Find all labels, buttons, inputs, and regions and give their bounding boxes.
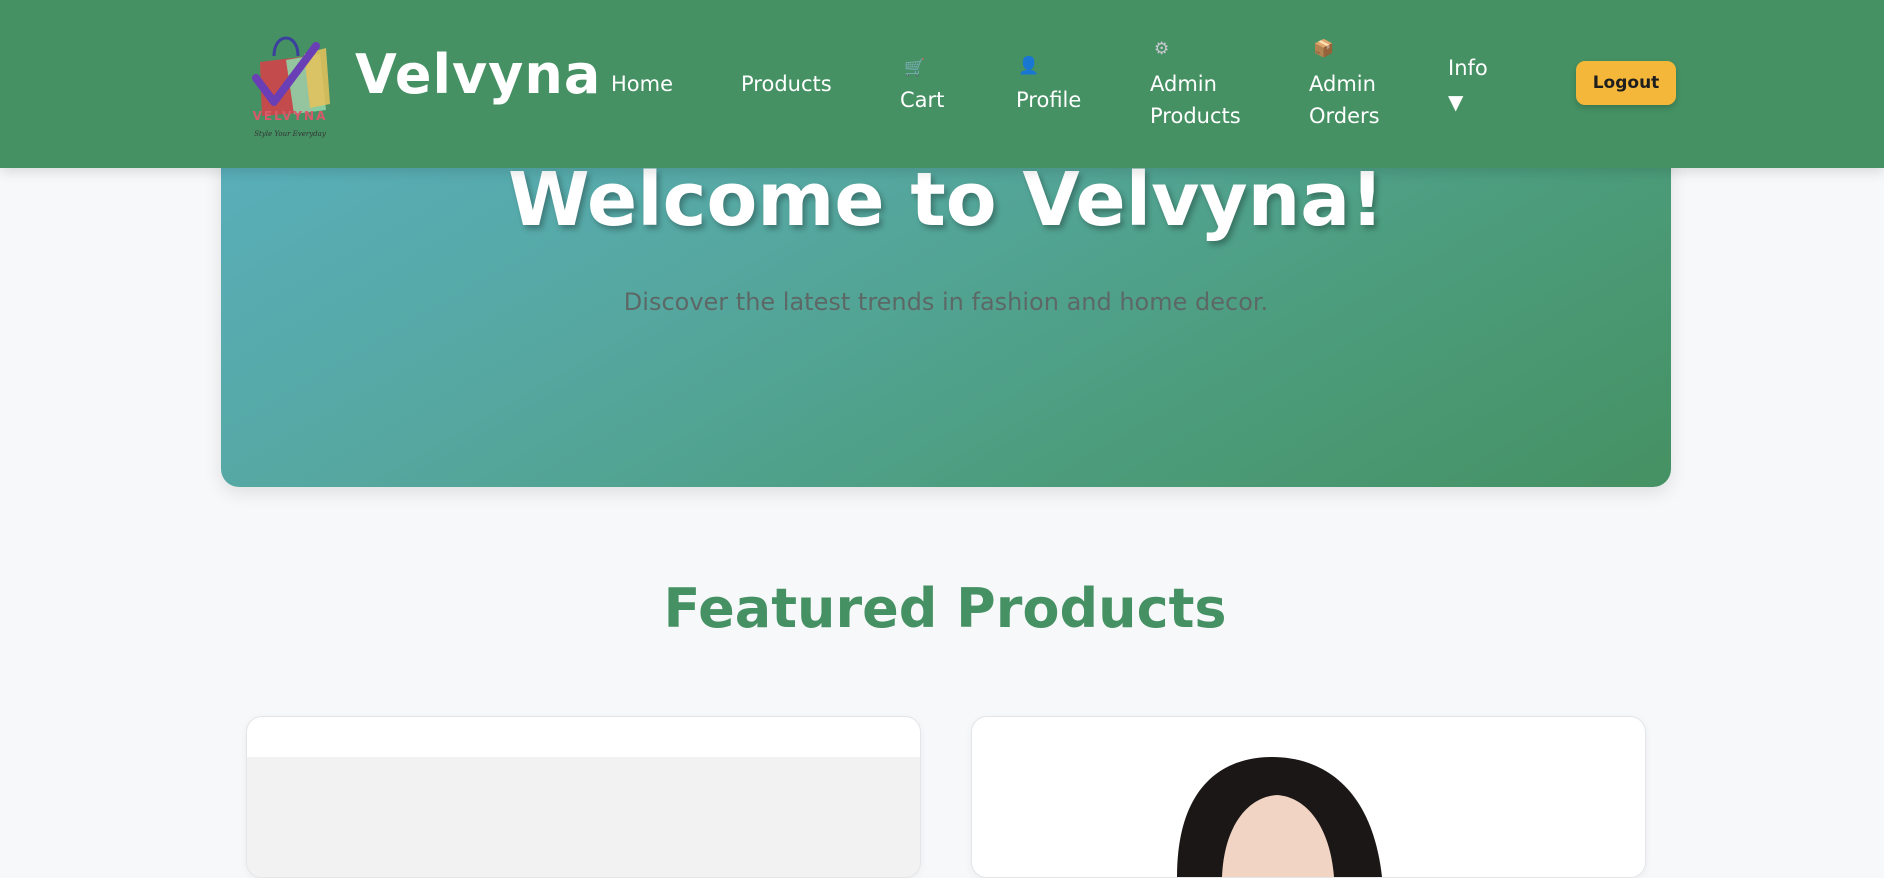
nav-cart[interactable]: 🛒 Cart	[900, 52, 960, 122]
chevron-down-icon: ▼	[1448, 90, 1464, 114]
cart-icon: 🛒	[904, 58, 926, 78]
nav-info-dropdown[interactable]: Info ▼	[1448, 52, 1508, 122]
model-hair-image	[1177, 757, 1382, 877]
product-image	[972, 757, 1645, 877]
nav-home[interactable]: Home	[611, 68, 673, 100]
package-icon: 📦	[1313, 39, 1335, 59]
nav-admin-products[interactable]: ⚙ Admin Products	[1150, 36, 1250, 136]
gear-icon: ⚙	[1154, 39, 1170, 59]
nav-profile[interactable]: 👤 Profile	[1016, 52, 1096, 122]
nav-admin-orders-line1: Admin	[1309, 72, 1376, 96]
nav-profile-label: Profile	[1016, 88, 1082, 112]
product-card[interactable]	[971, 716, 1646, 878]
featured-products-heading: Featured Products	[663, 577, 1227, 640]
logo-tagline: Style Your Everyday	[254, 130, 327, 138]
nav-info-label: Info	[1448, 56, 1488, 80]
site-header: VELVYNA Style Your Everyday Velvyna Home…	[0, 0, 1884, 168]
logo-wordmark: VELVYNA	[253, 109, 328, 123]
nav-admin-orders[interactable]: 📦 Admin Orders	[1309, 36, 1399, 136]
logout-button[interactable]: Logout	[1576, 61, 1676, 105]
nav-admin-products-line2: Products	[1150, 104, 1241, 128]
user-icon: 👤	[1018, 56, 1040, 76]
brand-logo[interactable]: VELVYNA Style Your Everyday	[246, 26, 334, 142]
product-image	[247, 757, 920, 877]
shopping-bag-logo-icon: VELVYNA Style Your Everyday	[252, 36, 330, 138]
nav-cart-label: Cart	[900, 88, 945, 112]
nav-admin-products-line1: Admin	[1150, 72, 1217, 96]
nav-admin-orders-line2: Orders	[1309, 104, 1380, 128]
hero-title: Welcome to Velvyna!	[508, 157, 1384, 243]
nav-products[interactable]: Products	[741, 68, 832, 100]
brand-name[interactable]: Velvyna	[355, 48, 601, 102]
hero-subtitle: Discover the latest trends in fashion an…	[623, 288, 1269, 316]
product-card[interactable]	[246, 716, 921, 878]
